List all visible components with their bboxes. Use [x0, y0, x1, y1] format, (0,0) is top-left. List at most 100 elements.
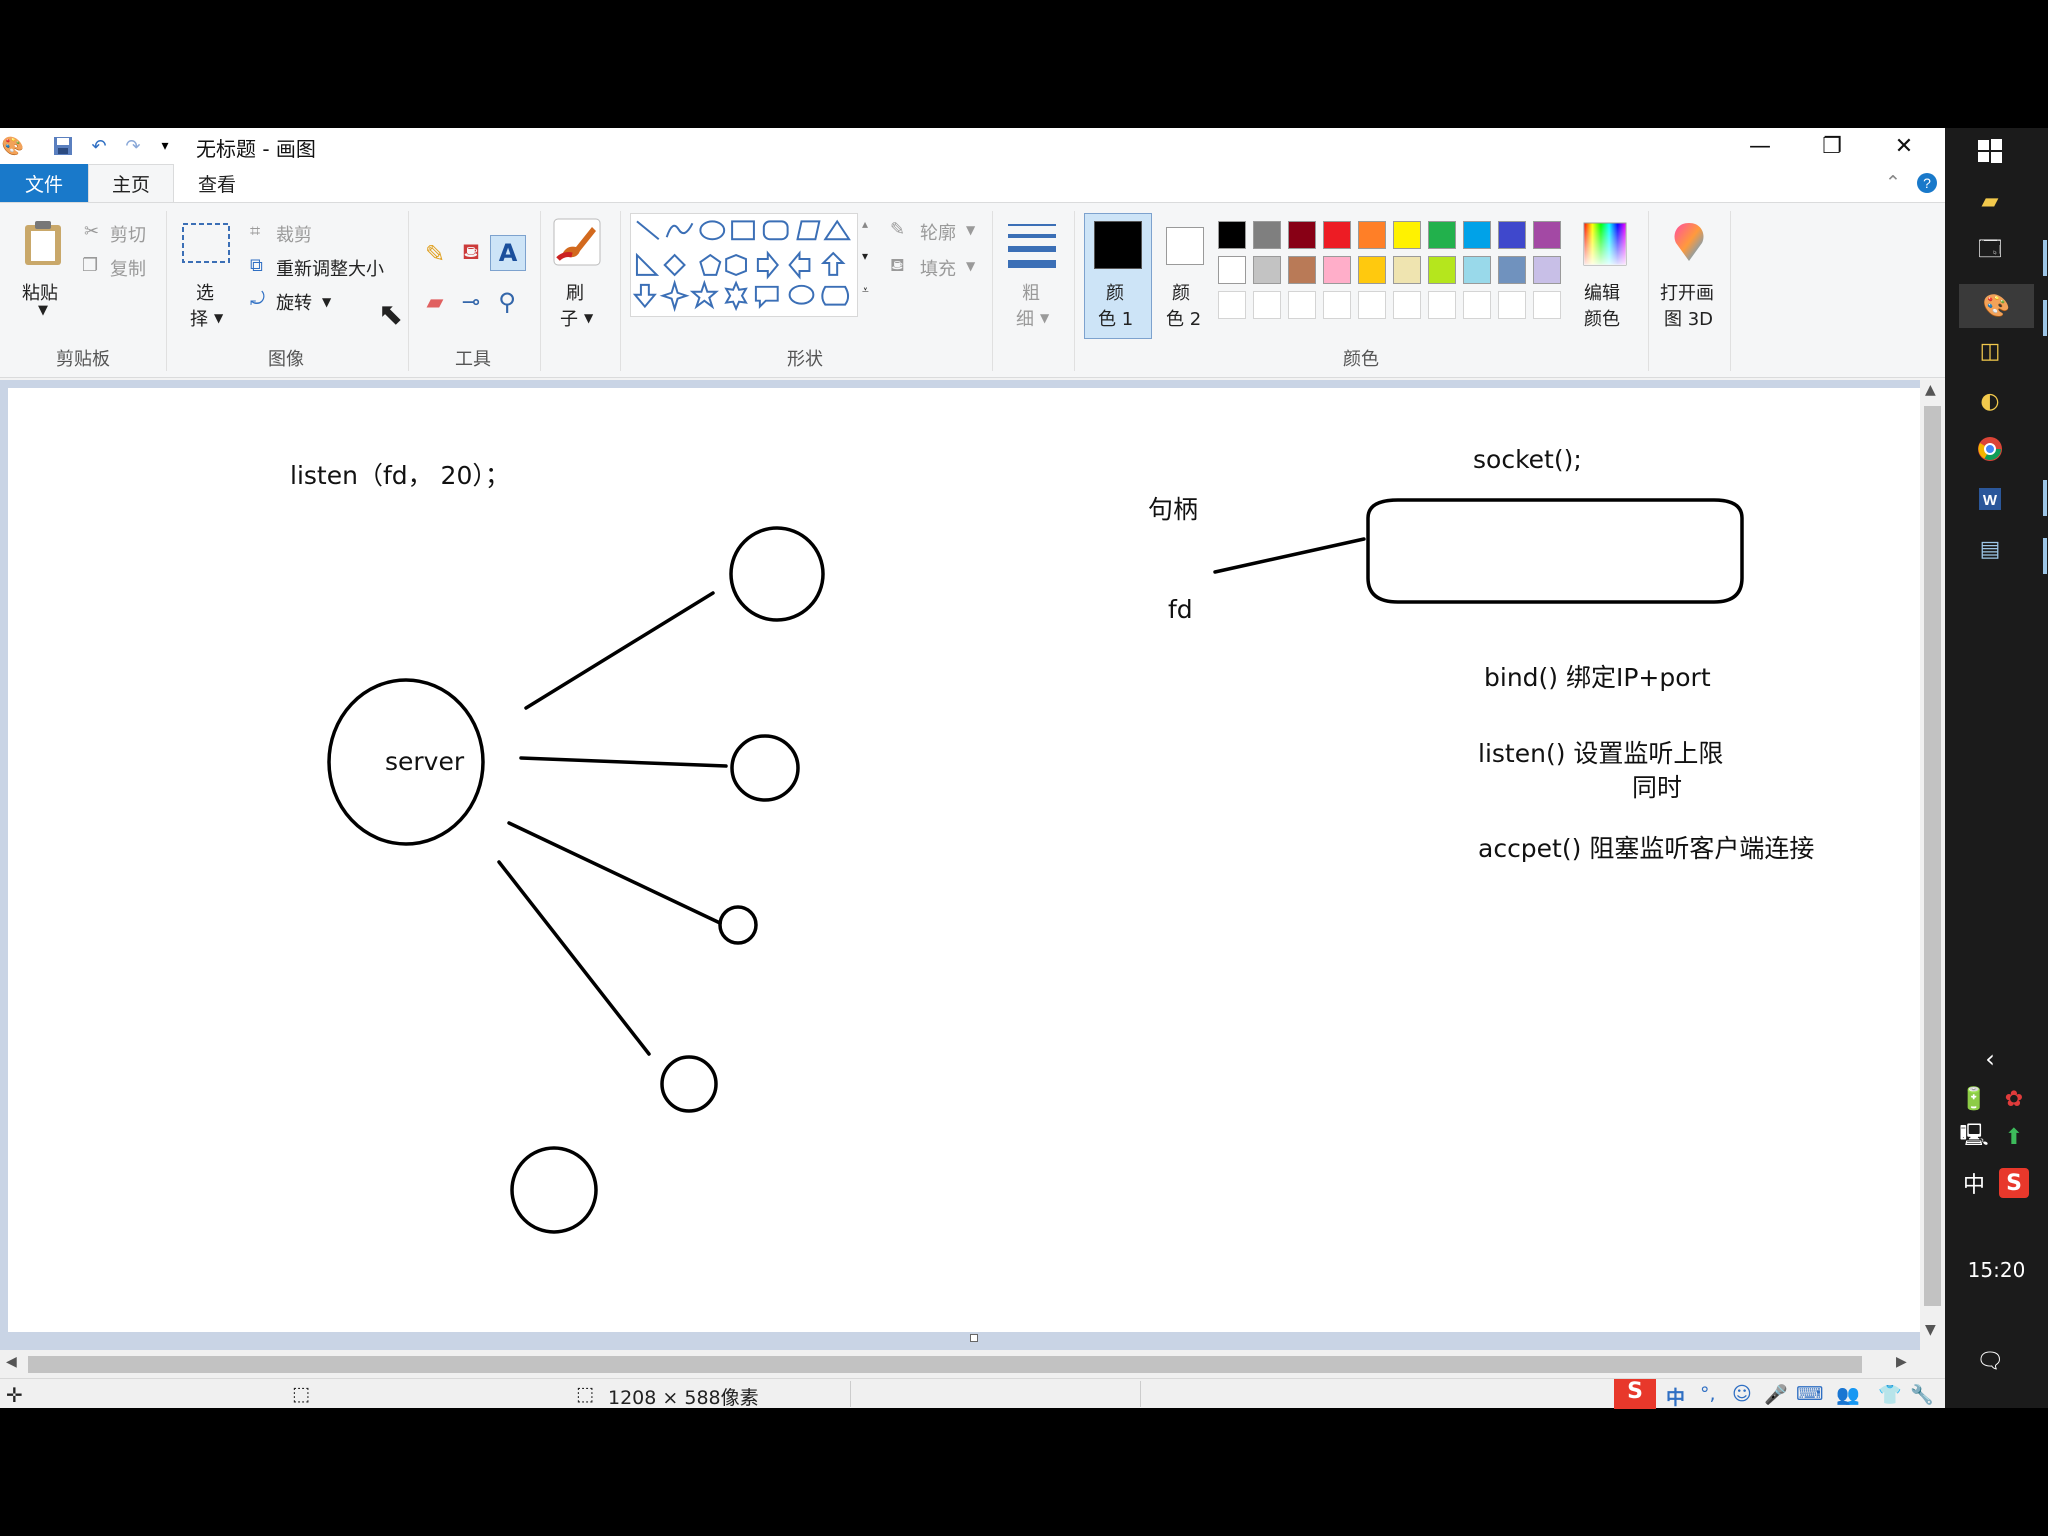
paste-dropdown-icon[interactable]: ▼ — [38, 303, 48, 318]
paint3d-label-2[interactable]: 图 3D — [1664, 305, 1713, 331]
size-icon[interactable] — [1006, 219, 1058, 269]
magnifier-icon[interactable]: ⚲ — [492, 287, 522, 317]
notification-icon[interactable]: 🗨 — [1975, 1346, 2005, 1376]
brush-icon[interactable] — [550, 215, 604, 269]
brush-label-1[interactable]: 刷 — [566, 279, 584, 305]
color2-swatch[interactable] — [1166, 227, 1204, 265]
copy-button[interactable]: 复制 — [110, 255, 146, 281]
copy-icon[interactable]: ❐ — [82, 255, 98, 276]
rotate-dropdown-icon[interactable]: ▼ — [322, 295, 331, 309]
resize-icon[interactable]: ⧉ — [250, 255, 263, 276]
punctuation-icon[interactable]: °, — [1700, 1383, 1716, 1405]
clock[interactable]: 15:20 — [1945, 1258, 2048, 1282]
color1-swatch[interactable] — [1094, 221, 1142, 269]
palette-swatch[interactable] — [1218, 291, 1246, 319]
fill-button[interactable]: 填充 — [920, 255, 956, 281]
app-icon[interactable]: ◐ — [1975, 386, 2005, 416]
skin-icon[interactable]: 👕 — [1878, 1383, 1902, 1406]
tab-file[interactable]: 文件 — [0, 164, 88, 202]
palette-swatch[interactable] — [1498, 221, 1526, 249]
rotate-button[interactable]: 旋转 — [276, 289, 312, 315]
edit-colors-icon[interactable] — [1582, 221, 1628, 267]
canvas-resize-handle[interactable] — [970, 1334, 978, 1342]
palette-swatch[interactable] — [1218, 221, 1246, 249]
palette-swatch[interactable] — [1253, 291, 1281, 319]
palette-swatch[interactable] — [1463, 221, 1491, 249]
horizontal-scroll-thumb[interactable] — [28, 1356, 1862, 1373]
fill-icon[interactable]: ⛾ — [890, 255, 905, 279]
palette-swatch[interactable] — [1323, 221, 1351, 249]
select-icon[interactable] — [180, 221, 232, 265]
crop-button[interactable]: 裁剪 — [276, 221, 312, 247]
color1-label-1[interactable]: 颜 — [1106, 279, 1124, 305]
palette-swatch[interactable] — [1253, 256, 1281, 284]
battery-icon[interactable]: 🔋 — [1959, 1084, 1989, 1114]
size-label-1[interactable]: 粗 — [1022, 279, 1040, 305]
chrome-icon[interactable] — [1975, 434, 2005, 464]
input-language-label[interactable]: 中 — [1959, 1168, 1989, 1198]
outline-icon[interactable]: ✎ — [890, 219, 905, 240]
word-icon[interactable]: W — [1975, 484, 2005, 514]
palette-swatch[interactable] — [1498, 291, 1526, 319]
vertical-scrollbar[interactable]: ▲ ▼ — [1920, 380, 1945, 1380]
palette-swatch[interactable] — [1323, 291, 1351, 319]
color2-label-2[interactable]: 色 2 — [1166, 305, 1201, 331]
color2-label-1[interactable]: 颜 — [1172, 279, 1190, 305]
palette-swatch[interactable] — [1323, 256, 1351, 284]
chevron-left-icon[interactable]: ‹ — [1975, 1044, 2005, 1074]
fill-bucket-icon[interactable]: ⛾ — [456, 239, 486, 269]
close-button[interactable]: ✕ — [1864, 128, 1944, 164]
palette-swatch[interactable] — [1393, 256, 1421, 284]
palette-swatch[interactable] — [1288, 291, 1316, 319]
scroll-right-icon[interactable]: ▶ — [1896, 1354, 1907, 1370]
palette-swatch[interactable] — [1358, 221, 1386, 249]
app-icon[interactable]: 🗔 — [1975, 236, 2005, 266]
network-icon[interactable]: 🖳 — [1959, 1122, 1989, 1152]
shapes-scroll-down-icon[interactable]: ▾ — [862, 249, 868, 263]
scroll-up-icon[interactable]: ▲ — [1925, 382, 1936, 398]
outline-dropdown-icon[interactable]: ▼ — [966, 223, 975, 237]
palette-swatch[interactable] — [1463, 291, 1491, 319]
tray-app-icon[interactable]: ✿ — [1999, 1084, 2029, 1114]
palette-swatch[interactable] — [1393, 221, 1421, 249]
outline-button[interactable]: 轮廓 — [920, 219, 956, 245]
microphone-icon[interactable]: 🎤 — [1764, 1383, 1788, 1406]
shapes-gallery[interactable] — [630, 213, 858, 317]
cut-icon[interactable]: ✂ — [84, 221, 99, 242]
redo-icon[interactable]: ↷ — [122, 135, 144, 157]
crop-icon[interactable]: ⌗ — [250, 221, 260, 242]
palette-swatch[interactable] — [1533, 291, 1561, 319]
size-dropdown-icon[interactable]: ▼ — [1040, 311, 1049, 325]
tab-home[interactable]: 主页 — [88, 164, 174, 202]
shapes-expand-icon[interactable]: ⩡ — [862, 283, 869, 298]
sogou-tray-icon[interactable]: S — [1999, 1168, 2029, 1198]
text-tool-icon[interactable]: A — [490, 235, 526, 271]
edit-colors-label-2[interactable]: 颜色 — [1584, 305, 1620, 331]
vertical-scroll-thumb[interactable] — [1924, 406, 1941, 1306]
scroll-left-icon[interactable]: ◀ — [6, 1354, 17, 1370]
shapes-scroll-up-icon[interactable]: ▴ — [862, 217, 868, 231]
palette-swatch[interactable] — [1533, 221, 1561, 249]
palette-swatch[interactable] — [1288, 256, 1316, 284]
keyboard-icon[interactable]: ⌨ — [1796, 1383, 1823, 1405]
palette-swatch[interactable] — [1358, 291, 1386, 319]
palette-swatch[interactable] — [1428, 256, 1456, 284]
rotate-icon[interactable]: ⤾ — [250, 289, 265, 310]
paste-label[interactable]: 粘贴 — [22, 279, 58, 305]
palette-swatch[interactable] — [1533, 256, 1561, 284]
palette-swatch[interactable] — [1358, 256, 1386, 284]
user-icon[interactable]: 👥 — [1836, 1383, 1860, 1406]
size-label-2[interactable]: 细 — [1016, 305, 1034, 331]
minimize-button[interactable]: — — [1720, 128, 1800, 164]
brush-dropdown-icon[interactable]: ▼ — [584, 311, 593, 325]
emoji-icon[interactable]: ☺ — [1732, 1383, 1752, 1405]
palette-swatch[interactable] — [1498, 256, 1526, 284]
palette-swatch[interactable] — [1253, 221, 1281, 249]
palette-swatch[interactable] — [1428, 221, 1456, 249]
color-picker-icon[interactable]: ⊸ — [456, 287, 486, 317]
tab-view[interactable]: 查看 — [174, 164, 260, 202]
eraser-icon[interactable]: ▰ — [420, 287, 450, 317]
sogou-ime-icon[interactable]: S — [1614, 1379, 1656, 1409]
palette-swatch[interactable] — [1218, 256, 1246, 284]
settings-wrench-icon[interactable]: 🔧 — [1910, 1383, 1934, 1406]
